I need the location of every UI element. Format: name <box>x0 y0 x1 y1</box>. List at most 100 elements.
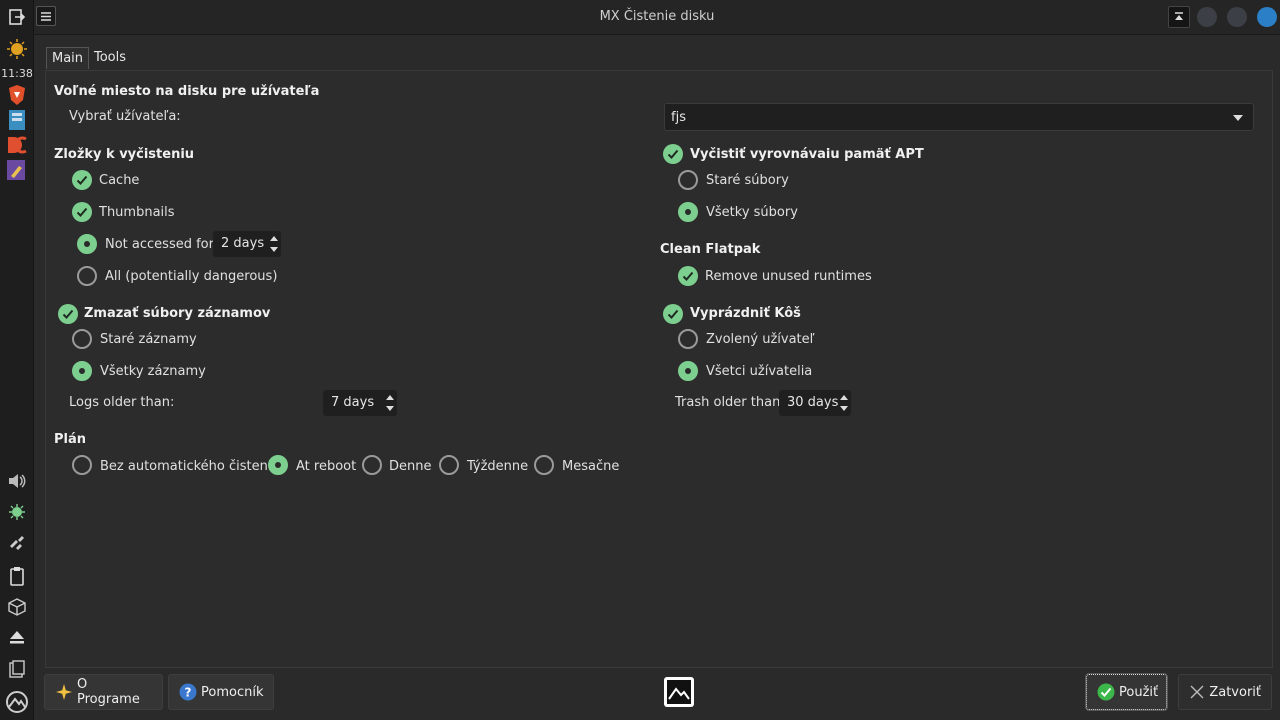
all-dangerous-radio[interactable] <box>77 266 97 286</box>
file-manager-icon[interactable] <box>5 108 29 132</box>
mx-logo-icon <box>664 677 694 707</box>
doublecmd-icon[interactable] <box>5 133 29 157</box>
thumbnails-label: Thumbnails <box>99 205 175 220</box>
clipboard-manager-icon[interactable] <box>5 657 29 681</box>
all-dangerous-label: All (potentially dangerous) <box>105 269 278 284</box>
old-logs-radio[interactable] <box>72 329 92 349</box>
trash-selected-user-radio[interactable] <box>678 329 698 349</box>
weather-sun-icon[interactable] <box>5 37 29 61</box>
svg-text:?: ? <box>185 686 192 700</box>
plan-option-monthly-radio[interactable] <box>534 455 554 475</box>
all-logs-label: Všetky záznamy <box>100 364 206 379</box>
side-panel: 11:38 <box>0 0 34 720</box>
volume-icon[interactable] <box>5 469 29 493</box>
apt-old-radio[interactable] <box>678 170 698 190</box>
check-icon <box>667 309 679 319</box>
update-indicator-icon[interactable] <box>5 500 29 524</box>
delete-logs-checkbox[interactable] <box>58 304 78 324</box>
chevron-down-icon <box>1233 115 1243 121</box>
spin-down-icon[interactable] <box>270 247 278 252</box>
brave-browser-icon[interactable] <box>5 83 29 107</box>
window-title: MX Čistenie disku <box>599 9 715 24</box>
plan-option-none-radio[interactable] <box>72 455 92 475</box>
button-bar: O Programe ? Pomocník Použiť Zatvoriť <box>34 668 1280 720</box>
clean-apt-checkbox[interactable] <box>663 144 683 164</box>
help-button-label: Pomocník <box>201 684 264 700</box>
spin-down-icon[interactable] <box>840 406 848 411</box>
title-bar: MX Čistenie disku <box>34 0 1280 35</box>
remove-runtimes-label: Remove unused runtimes <box>705 269 872 284</box>
empty-trash-checkbox[interactable] <box>663 304 683 324</box>
close-button-label: Zatvoriť <box>1209 684 1261 700</box>
keep-above-icon <box>1175 12 1183 20</box>
cache-checkbox[interactable] <box>72 170 92 190</box>
trash-title: Vyprázdniť Kôš <box>690 306 801 321</box>
plan-option-daily-label: Denne <box>389 459 432 474</box>
user-section-title: Voľné miesto na disku pre užívateľa <box>54 84 320 99</box>
help-icon: ? <box>179 683 197 701</box>
check-icon <box>667 149 679 159</box>
main-tab-content: Voľné miesto na disku pre užívateľa Vybr… <box>45 70 1273 668</box>
network-icon[interactable] <box>5 532 29 556</box>
apt-old-label: Staré súbory <box>706 173 789 188</box>
close-window-button[interactable] <box>1257 7 1277 27</box>
trash-older-spinbox[interactable]: 30 days <box>779 390 851 416</box>
apply-button[interactable]: Použiť <box>1085 673 1168 711</box>
folders-title: Zložky k vyčisteniu <box>54 147 195 162</box>
tab-main[interactable]: Main <box>46 47 90 69</box>
trash-all-users-radio[interactable] <box>678 361 698 381</box>
all-logs-radio[interactable] <box>72 361 92 381</box>
spin-down-icon[interactable] <box>386 406 394 411</box>
not-accessed-label: Not accessed for: <box>105 237 219 252</box>
cleanup-app-icon[interactable] <box>5 158 29 182</box>
mx-menu-icon[interactable] <box>5 690 29 714</box>
logout-icon[interactable] <box>5 5 29 29</box>
about-button[interactable]: O Programe <box>44 674 163 710</box>
plan-title: Plán <box>54 432 87 447</box>
not-accessed-value: 2 days <box>221 236 265 251</box>
keep-above-button[interactable] <box>1168 6 1190 28</box>
eject-icon[interactable] <box>5 625 29 649</box>
maximize-button[interactable] <box>1227 7 1247 27</box>
plan-option-weekly-label: Týždenne <box>467 459 529 474</box>
plan-option-none-label: Bez automatického čistenia <box>100 459 280 474</box>
check-icon <box>76 175 88 185</box>
package-icon[interactable] <box>5 595 29 619</box>
not-accessed-radio[interactable] <box>77 234 97 254</box>
logs-older-spinbox[interactable]: 7 days <box>323 390 397 416</box>
plan-option-monthly-label: Mesačne <box>562 459 620 474</box>
plan-option-reboot-radio[interactable] <box>268 455 288 475</box>
apt-title: Vyčistiť vyrovnávaiu pamäť APT <box>690 147 924 162</box>
trash-older-value: 30 days <box>787 395 839 410</box>
plan-option-daily-radio[interactable] <box>362 455 382 475</box>
not-accessed-spinbox[interactable]: 2 days <box>213 231 281 257</box>
close-button[interactable]: Zatvoriť <box>1178 674 1272 710</box>
spin-up-icon[interactable] <box>840 395 848 400</box>
cache-label: Cache <box>99 173 140 188</box>
close-icon <box>1189 683 1205 701</box>
plan-option-weekly-radio[interactable] <box>439 455 459 475</box>
tab-tools[interactable]: Tools <box>89 47 131 69</box>
help-button[interactable]: ? Pomocník <box>168 674 274 710</box>
logs-older-label: Logs older than: <box>69 395 175 410</box>
select-user-label: Vybrať užívateľa: <box>69 109 181 124</box>
apply-button-label: Použiť <box>1119 684 1159 700</box>
check-circle-icon <box>1097 683 1115 701</box>
thumbnails-checkbox[interactable] <box>72 202 92 222</box>
trash-all-users-label: Všetci užívatelia <box>706 364 813 379</box>
plan-option-reboot-label: At reboot <box>296 459 357 474</box>
minimize-button[interactable] <box>1197 7 1217 27</box>
apt-all-label: Všetky súbory <box>706 205 798 220</box>
check-icon <box>62 309 74 319</box>
remove-runtimes-checkbox[interactable] <box>678 266 698 286</box>
logs-older-value: 7 days <box>331 395 375 410</box>
spin-up-icon[interactable] <box>270 236 278 241</box>
apt-all-radio[interactable] <box>678 202 698 222</box>
check-icon <box>682 271 694 281</box>
user-select-value: fjs <box>671 110 686 125</box>
user-select[interactable]: fjs <box>664 103 1254 131</box>
spin-up-icon[interactable] <box>386 395 394 400</box>
about-button-label: O Programe <box>77 677 140 707</box>
check-icon <box>76 207 88 217</box>
clipboard-icon[interactable] <box>5 564 29 588</box>
